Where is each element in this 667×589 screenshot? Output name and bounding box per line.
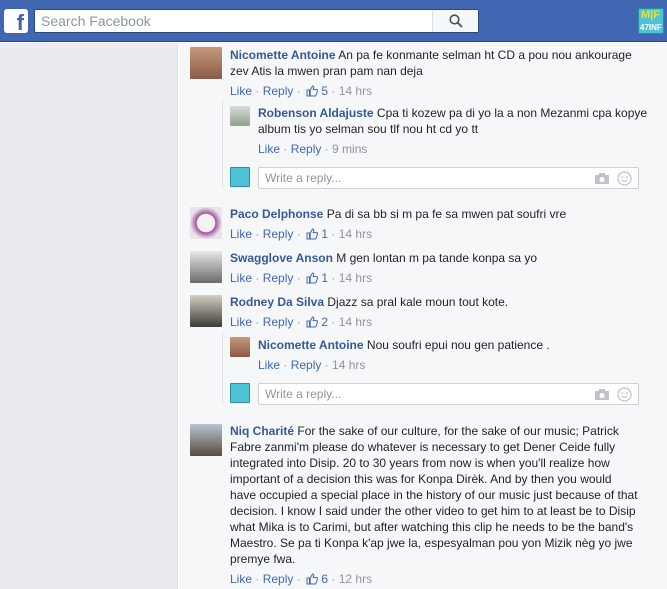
search-icon: [449, 14, 463, 28]
like-link[interactable]: Like: [258, 142, 280, 156]
facebook-logo-icon[interactable]: f: [4, 9, 28, 33]
like-link[interactable]: Like: [230, 84, 252, 98]
camera-icon[interactable]: [594, 388, 610, 401]
thumbs-up-icon: [306, 316, 319, 328]
reply-link[interactable]: Reply: [263, 315, 294, 329]
thumbs-up-icon: [306, 573, 319, 585]
comment: Nicomette Antoine An pa fe konmante selm…: [230, 47, 640, 99]
avatar[interactable]: [190, 295, 222, 327]
reply-link[interactable]: Reply: [263, 271, 294, 285]
like-count[interactable]: 1: [321, 271, 328, 285]
brand-line-1: M|F: [641, 9, 660, 21]
comment-author[interactable]: Nicomette Antoine: [230, 48, 336, 62]
comment-actions: Like · Reply · 5 · 14 hrs: [230, 84, 373, 98]
my-avatar: [230, 383, 250, 403]
reply-actions: Like · Reply · 14 hrs: [258, 358, 366, 372]
comment-actions: Like · Reply · 1 · 14 hrs: [230, 271, 373, 285]
comment-feed: Nicomette Antoine An pa fe konmante selm…: [179, 43, 667, 589]
reply: Nicomette Antoine Nou soufri epui nou ge…: [258, 337, 648, 373]
search-button[interactable]: [432, 10, 478, 32]
reply: Robenson Aldajuste Cpa ti kozew pa di yo…: [258, 105, 648, 157]
reply-time[interactable]: 9 mins: [332, 142, 367, 156]
avatar[interactable]: [190, 207, 222, 239]
reply-actions: Like · Reply · 9 mins: [258, 142, 368, 156]
like-count[interactable]: 5: [321, 84, 328, 98]
search-input[interactable]: Search Facebook: [34, 9, 479, 33]
comment-actions: Like · Reply · 1 · 14 hrs: [230, 227, 373, 241]
comment-text: Djazz sa pral kale moun tout kote.: [327, 295, 509, 309]
comment-time[interactable]: 12 hrs: [339, 572, 372, 586]
comment-author[interactable]: Niq Charité: [230, 424, 294, 438]
like-link[interactable]: Like: [258, 358, 280, 372]
thumbs-up-icon: [306, 272, 319, 284]
reply-link[interactable]: Reply: [263, 572, 294, 586]
comment-time[interactable]: 14 hrs: [339, 315, 372, 329]
brand-line-2: 47INF: [640, 23, 662, 32]
like-count[interactable]: 6: [321, 572, 328, 586]
reply-input[interactable]: Write a reply...: [258, 383, 639, 405]
reply-author[interactable]: Nicomette Antoine: [258, 338, 364, 352]
search-placeholder: Search Facebook: [41, 13, 151, 29]
my-avatar: [230, 167, 250, 187]
comment-actions: Like · Reply · 2 · 14 hrs: [230, 315, 373, 329]
reply-placeholder: Write a reply...: [265, 387, 342, 401]
comment: Niq Charité For the sake of our culture,…: [230, 423, 640, 587]
reply-input[interactable]: Write a reply...: [258, 167, 639, 189]
like-count[interactable]: 2: [321, 315, 328, 329]
comment-actions: Like · Reply · 6 · 12 hrs: [230, 572, 373, 586]
reply-placeholder: Write a reply...: [265, 171, 342, 185]
comment-text: Pa di sa bb si m pa fe sa mwen pat soufr…: [326, 207, 567, 221]
reply-time[interactable]: 14 hrs: [332, 358, 365, 372]
reply-link[interactable]: Reply: [291, 358, 322, 372]
reply-link[interactable]: Reply: [263, 84, 294, 98]
like-link[interactable]: Like: [230, 271, 252, 285]
avatar[interactable]: [190, 424, 222, 456]
comment: Swagglove Anson M gen lontan m pa tande …: [230, 250, 640, 286]
comment-text: For the sake of our culture, for the sak…: [230, 424, 638, 566]
comment: Rodney Da Silva Djazz sa pral kale moun …: [230, 294, 640, 330]
page-brand-logo[interactable]: M|F 47INF: [638, 8, 664, 34]
comment-author[interactable]: Paco Delphonse: [230, 207, 323, 221]
reply-link[interactable]: Reply: [291, 142, 322, 156]
reply-author[interactable]: Robenson Aldajuste: [258, 106, 374, 120]
avatar[interactable]: [230, 337, 250, 357]
thumbs-up-icon: [306, 228, 319, 240]
camera-icon[interactable]: [594, 172, 610, 185]
thread-line: [222, 333, 223, 403]
comment-time[interactable]: 14 hrs: [339, 227, 372, 241]
reply-text: Nou soufri epui nou gen patience .: [366, 338, 550, 352]
like-link[interactable]: Like: [230, 227, 252, 241]
like-link[interactable]: Like: [230, 315, 252, 329]
top-bar: f Search Facebook M|F 47INF: [0, 0, 667, 42]
emoji-icon[interactable]: [617, 387, 632, 402]
comment-text: M gen lontan m pa tande konpa sa yo: [336, 251, 538, 265]
like-link[interactable]: Like: [230, 572, 252, 586]
reply-link[interactable]: Reply: [263, 227, 294, 241]
comment-time[interactable]: 14 hrs: [339, 84, 372, 98]
comment: Paco Delphonse Pa di sa bb si m pa fe sa…: [230, 206, 640, 242]
comment-author[interactable]: Swagglove Anson: [230, 251, 333, 265]
thumbs-up-icon: [306, 85, 319, 97]
thread-line: [222, 101, 223, 187]
comment-time[interactable]: 14 hrs: [339, 271, 372, 285]
like-count[interactable]: 1: [321, 227, 328, 241]
avatar[interactable]: [190, 47, 222, 79]
avatar[interactable]: [190, 251, 222, 283]
comment-author[interactable]: Rodney Da Silva: [230, 295, 324, 309]
left-sidebar: [0, 43, 178, 589]
avatar[interactable]: [230, 106, 250, 126]
emoji-icon[interactable]: [617, 171, 632, 186]
